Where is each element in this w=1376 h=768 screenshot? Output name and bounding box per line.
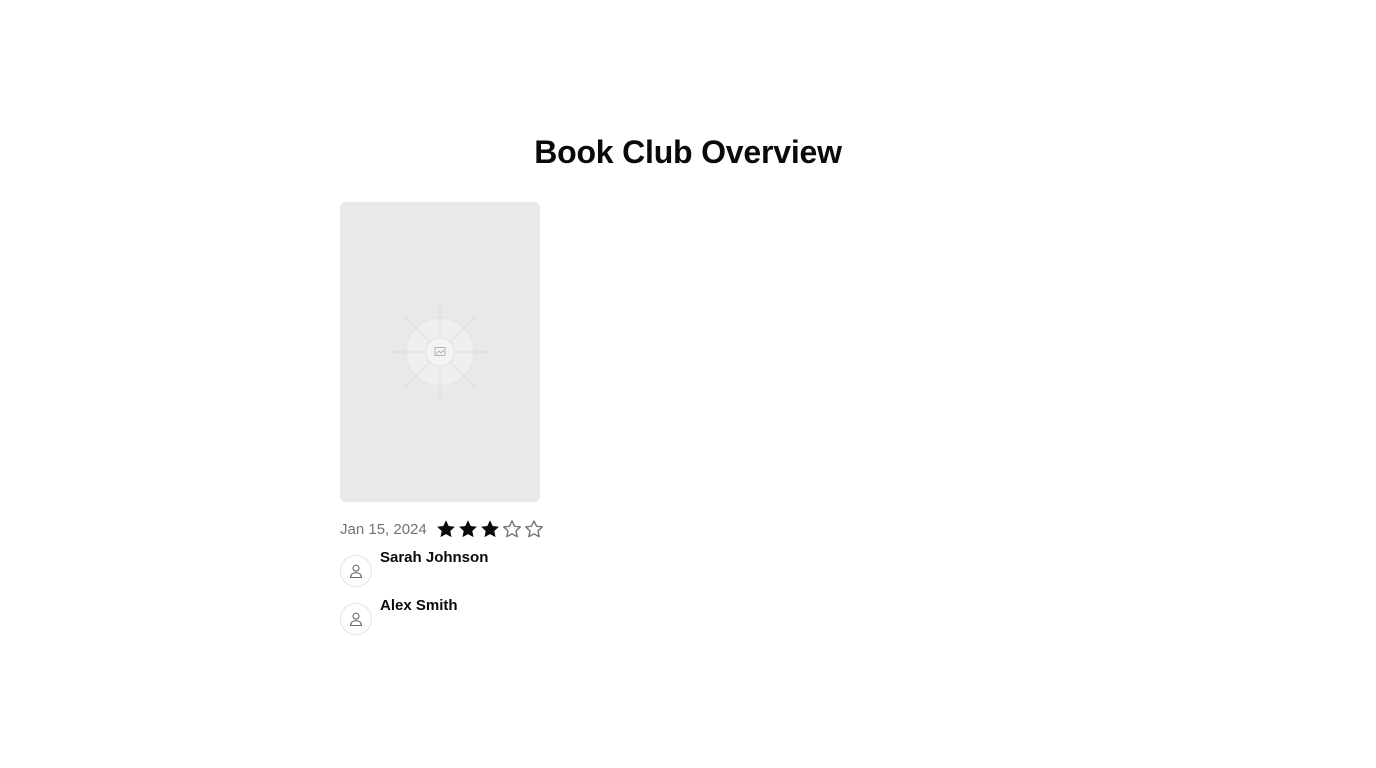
star-empty-icon[interactable] — [501, 518, 523, 540]
book-meta-row: Jan 15, 2024 — [340, 517, 543, 541]
page-title: Book Club Overview — [534, 134, 842, 170]
image-placeholder-icon — [390, 302, 490, 402]
member-item[interactable]: Alex Smith — [340, 597, 540, 635]
book-card[interactable]: Jan 15, 2024 Sarah Johnson Alex Smith — [340, 202, 543, 635]
star-filled-icon[interactable] — [435, 518, 457, 540]
star-rating[interactable] — [435, 518, 545, 540]
star-filled-icon[interactable] — [479, 518, 501, 540]
member-name: Alex Smith — [380, 597, 458, 614]
book-cover-placeholder[interactable] — [340, 202, 540, 502]
user-icon — [349, 612, 363, 627]
member-name: Sarah Johnson — [380, 549, 489, 566]
avatar — [340, 603, 372, 635]
user-icon — [349, 564, 363, 579]
meeting-date: Jan 15, 2024 — [340, 520, 427, 538]
star-filled-icon[interactable] — [457, 518, 479, 540]
star-empty-icon[interactable] — [523, 518, 545, 540]
member-item[interactable]: Sarah Johnson — [340, 549, 540, 587]
avatar — [340, 555, 372, 587]
